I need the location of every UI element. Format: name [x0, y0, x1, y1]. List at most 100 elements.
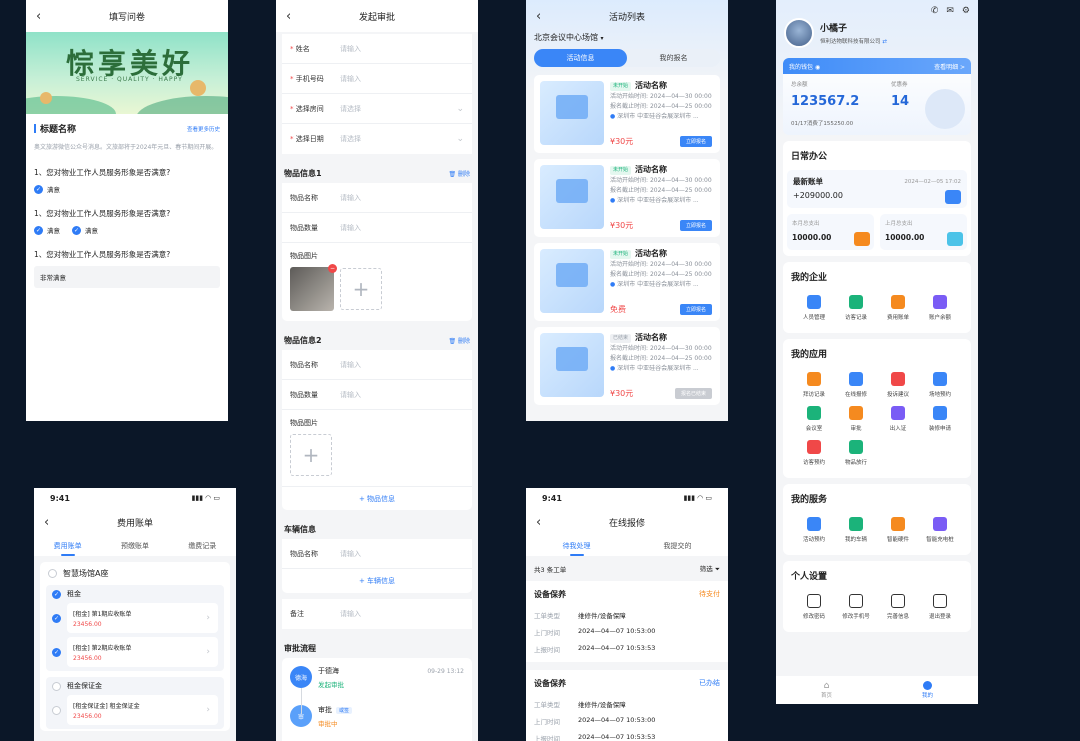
- activity-card[interactable]: 未开始 活动名称 活动开始时间: 2024—04—30 00:00 报名截止时间:…: [534, 243, 720, 321]
- signup-button[interactable]: 立即报名: [679, 136, 712, 147]
- rent-group-row[interactable]: ✓ 租金: [46, 589, 224, 603]
- work-order-card[interactable]: 设备保养 已办结 工单类型 维修件/设备保障 上门时间 2024—04—07 10:5…: [526, 670, 728, 741]
- service-item[interactable]: 我的车辆: [835, 517, 877, 543]
- tab-home[interactable]: ⌂ 首页: [821, 681, 832, 699]
- service-item[interactable]: 活动预约: [793, 517, 835, 543]
- activity-card[interactable]: 未开始 活动名称 活动开始时间: 2024—04—30 00:00 报名截止时间:…: [534, 159, 720, 237]
- signup-button[interactable]: 立即报名: [679, 304, 712, 315]
- back-icon[interactable]: ‹: [286, 0, 291, 32]
- tab-payment-records[interactable]: 缴费记录: [188, 541, 216, 551]
- month-expense-card[interactable]: 本月总支出 10000.00: [787, 214, 874, 250]
- switch-icon[interactable]: ⇄: [882, 39, 887, 45]
- remark-field[interactable]: 备注 请输入: [282, 599, 472, 629]
- message-icon[interactable]: ✉: [946, 6, 954, 16]
- q3-answer-field[interactable]: 非常满意: [34, 266, 220, 288]
- add-vehicle-button[interactable]: + 车辆信息: [282, 569, 472, 593]
- activity-image: [540, 249, 604, 313]
- activity-card[interactable]: 未开始 活动名称 活动开始时间: 2024—04—30 00:00 报名截止时间:…: [534, 75, 720, 153]
- field-placeholder: 请输入: [340, 223, 361, 232]
- building-row[interactable]: 智慧场馆A座: [40, 568, 230, 585]
- setting-item[interactable]: 退出登录: [919, 594, 961, 620]
- room-select[interactable]: * 选择房间 请选择 ⌄: [282, 94, 472, 124]
- tab-activity-info[interactable]: 活动信息: [534, 49, 627, 67]
- check-icon: ✓: [52, 589, 61, 599]
- name-field[interactable]: * 姓名 请输入: [282, 34, 472, 64]
- start-time: 2024—04—30 00:00: [649, 345, 712, 352]
- app-item[interactable]: 场地预约: [919, 372, 961, 398]
- deposit-group-row[interactable]: 租金保证金: [46, 681, 224, 695]
- back-icon[interactable]: ‹: [536, 0, 541, 32]
- field-placeholder: 请输入: [340, 44, 361, 53]
- app-item[interactable]: 出入证: [877, 406, 919, 432]
- app-item[interactable]: 投诉建议: [877, 372, 919, 398]
- tab-bills[interactable]: 费用账单: [54, 541, 82, 556]
- vehicle-name-field[interactable]: 物品名称 请输入: [282, 539, 472, 569]
- trash-icon: 🗑: [448, 338, 457, 345]
- app-item[interactable]: 物品放行: [835, 440, 877, 466]
- filter-button[interactable]: 筛选 ⏷: [700, 563, 720, 574]
- app-item[interactable]: 访客预约: [793, 440, 835, 466]
- latest-bill-card[interactable]: 最新账单 2024—02—05 17:02 +209000.00: [787, 170, 967, 208]
- work-order-card[interactable]: 设备保养 待支付 工单类型 维修件/设备保障 上门时间 2024—04—07 10:5…: [526, 581, 728, 662]
- service-item[interactable]: 智能充电桩: [919, 517, 961, 543]
- location-pin-icon: ●: [610, 197, 616, 204]
- signup-button[interactable]: 立即报名: [679, 220, 712, 231]
- history-link[interactable]: 查看更多历史: [187, 125, 220, 133]
- service-item[interactable]: 智能硬件: [877, 517, 919, 543]
- app-item[interactable]: 会议室: [793, 406, 835, 432]
- activity-card[interactable]: 已结束 活动名称 活动开始时间: 2024—04—30 00:00 报名截止时间:…: [534, 327, 720, 405]
- last-month-expense-card[interactable]: 上月总支出 10000.00: [880, 214, 967, 250]
- question-3: 1、您对物业工作人员服务形象是否满意?: [34, 250, 171, 259]
- back-icon[interactable]: ‹: [44, 508, 49, 536]
- eye-icon[interactable]: ◉: [815, 64, 820, 71]
- tab-pending[interactable]: 待我处理: [563, 541, 591, 556]
- date-select[interactable]: * 选择日期 请选择 ⌄: [282, 124, 472, 154]
- tab-mine[interactable]: 我的: [922, 681, 933, 699]
- wallet-detail-link[interactable]: 查看明细 >: [934, 62, 965, 71]
- avatar[interactable]: [784, 18, 814, 48]
- setting-item[interactable]: 修改手机号: [835, 594, 877, 620]
- phone-field[interactable]: * 手机号码 请输入: [282, 64, 472, 94]
- bill-row[interactable]: ✓ [租金] 第1期应收账单 23456.00 ›: [46, 603, 224, 633]
- enterprise-item[interactable]: 人员管理: [793, 295, 835, 321]
- item-photo[interactable]: −: [290, 264, 337, 311]
- phone-icon[interactable]: ✆: [931, 6, 939, 16]
- bill-row[interactable]: ✓ [租金] 第2期应收账单 23456.00 ›: [46, 637, 224, 671]
- bill-row[interactable]: [租金保证金] 租金保证金 23456.00 ›: [46, 695, 224, 725]
- q1-option[interactable]: ✓ 满意: [34, 184, 220, 194]
- item-qty-field[interactable]: 物品数量 请输入: [282, 213, 472, 243]
- field-label: 物品名称: [290, 549, 318, 558]
- location-select[interactable]: 北京会议中心场馆 ▾: [526, 32, 728, 43]
- remove-photo-icon[interactable]: −: [328, 264, 337, 273]
- item-name-field[interactable]: 物品名称 请输入: [282, 350, 472, 380]
- app-item[interactable]: 在线报修: [835, 372, 877, 398]
- tab-my-signup[interactable]: 我的报名: [627, 53, 720, 63]
- setting-item[interactable]: 完善信息: [877, 594, 919, 620]
- item-label: 费用账单: [886, 315, 909, 321]
- user-manage-icon: [807, 295, 821, 309]
- add-item-button[interactable]: + 物品信息: [282, 486, 472, 510]
- q2-option-1[interactable]: ✓ 满意: [34, 225, 60, 235]
- chevron-right-icon: ›: [206, 647, 210, 657]
- setting-item[interactable]: 修改密码: [793, 594, 835, 620]
- gear-icon[interactable]: ⚙: [962, 6, 970, 16]
- enterprise-item[interactable]: 访客记录: [835, 295, 877, 321]
- add-photo-button[interactable]: +: [290, 434, 332, 476]
- wallet-card[interactable]: 我的钱包 ◉ 查看明细 > 总余额 优惠券 123567.2 14 01/17消…: [783, 58, 971, 135]
- back-icon[interactable]: ‹: [536, 508, 541, 536]
- location-label: 北京会议中心场馆: [534, 33, 598, 42]
- app-item[interactable]: 拜访记录: [793, 372, 835, 398]
- q2-option-2[interactable]: ✓ 满意: [72, 225, 98, 235]
- app-item[interactable]: 审批: [835, 406, 877, 432]
- back-icon[interactable]: ‹: [36, 0, 41, 32]
- item-name-field[interactable]: 物品名称 请输入: [282, 183, 472, 213]
- delete-button[interactable]: 🗑 删除: [448, 169, 470, 178]
- tab-prepaid[interactable]: 预缴账单: [121, 541, 149, 551]
- enterprise-item[interactable]: 账户余额: [919, 295, 961, 321]
- tab-submitted[interactable]: 我提交的: [664, 541, 692, 551]
- app-item[interactable]: 装修申请: [919, 406, 961, 432]
- add-photo-button[interactable]: +: [340, 268, 382, 310]
- item-qty-field[interactable]: 物品数量 请输入: [282, 380, 472, 410]
- delete-button[interactable]: 🗑 删除: [448, 336, 470, 345]
- enterprise-item[interactable]: 费用账单: [877, 295, 919, 321]
